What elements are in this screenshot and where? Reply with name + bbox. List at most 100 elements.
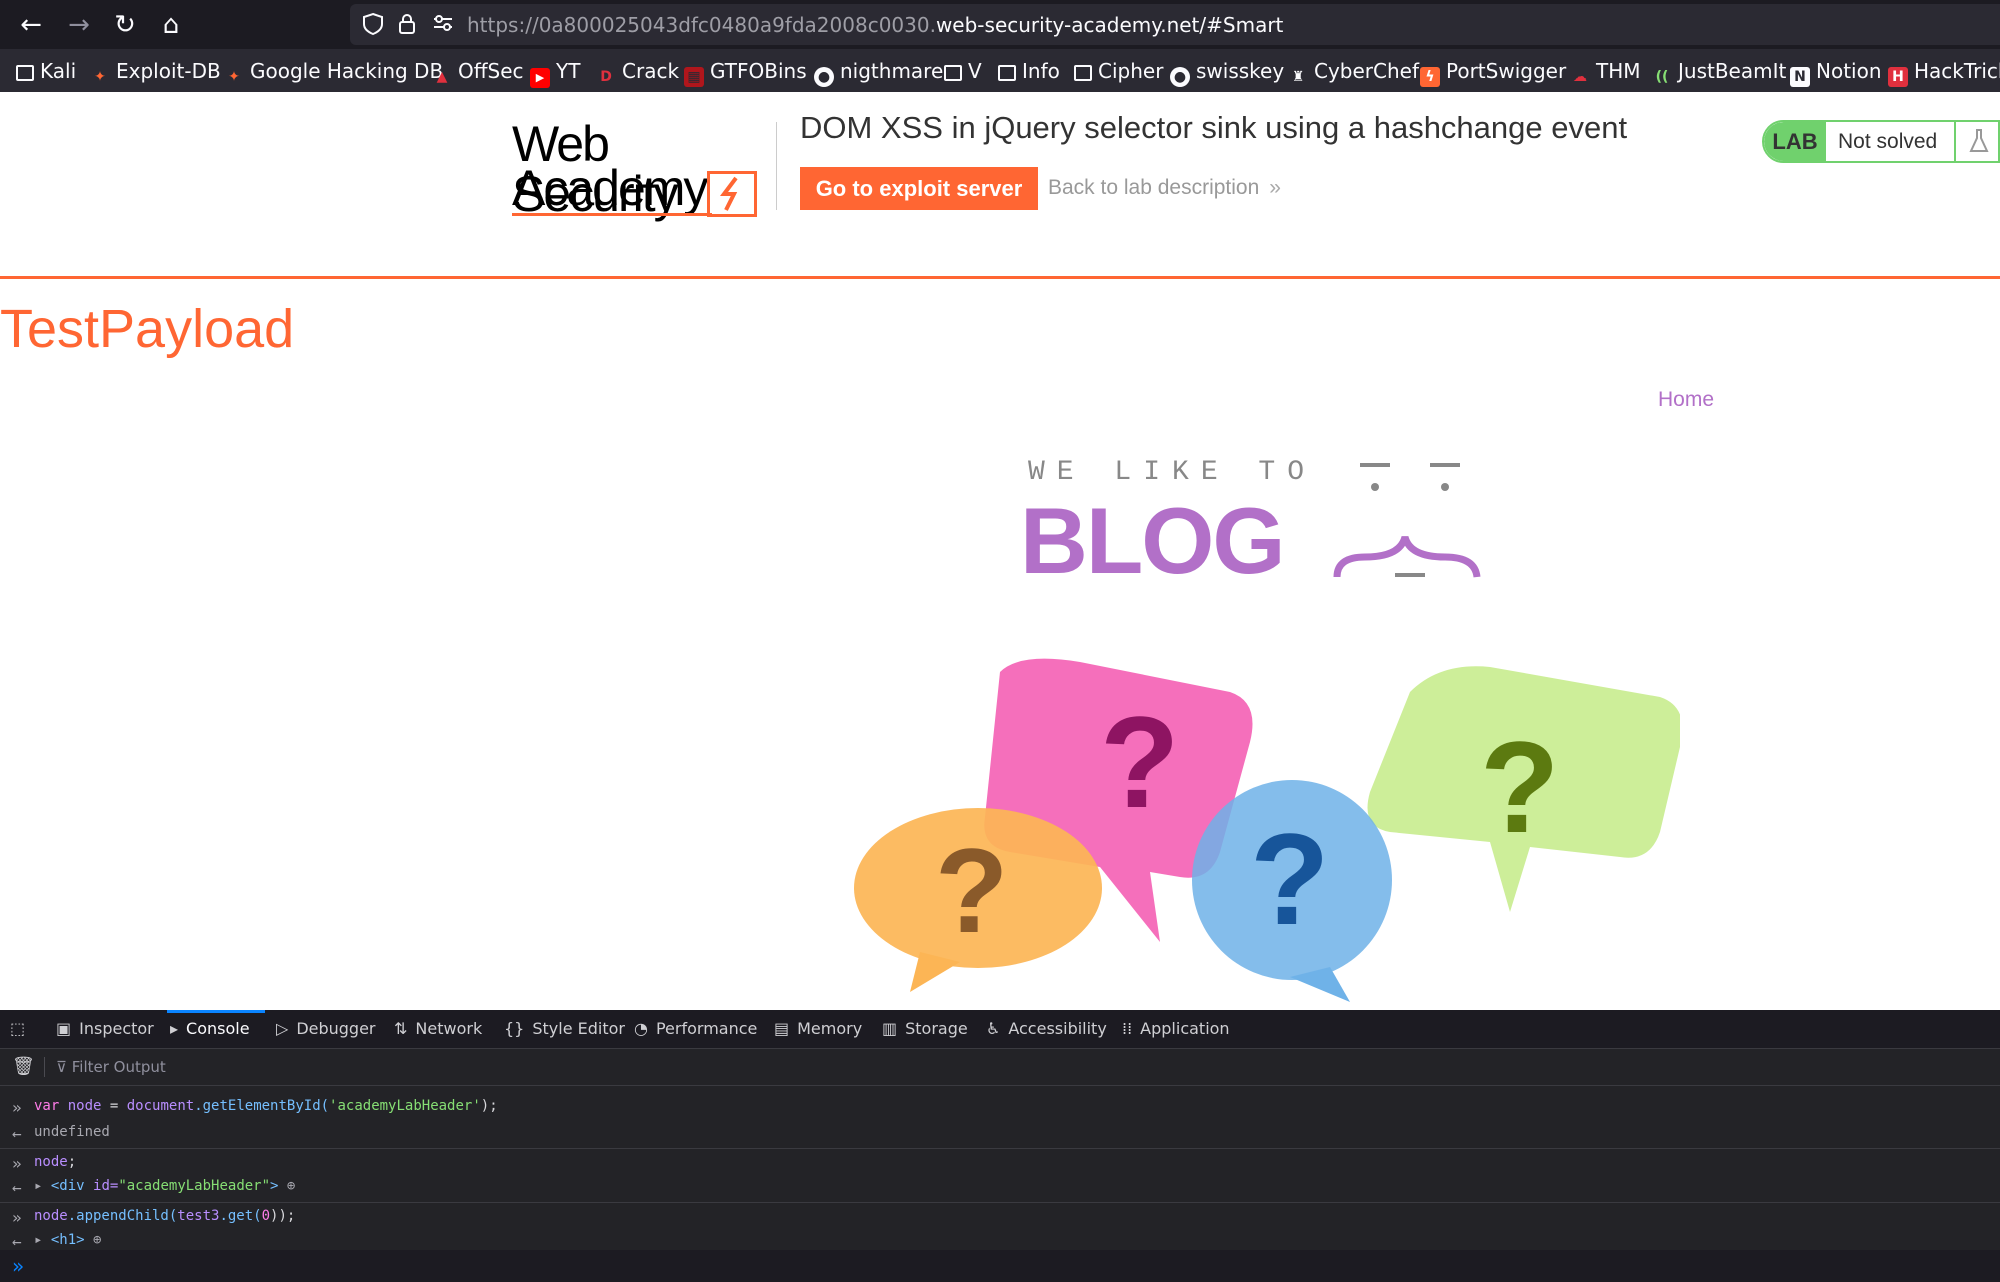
hacktricks-icon: H [1888,67,1908,87]
element-picker-icon[interactable]: ⬚ [10,1010,33,1048]
result-arrow-icon: ← [12,1124,22,1143]
console-result: ▸ <div id="academyLabHeader"> ⊕ [34,1178,296,1194]
expand-triangle-icon[interactable]: ▸ [34,1178,51,1194]
storage-icon: ▥ [882,1019,898,1038]
double-chevron-icon: » [1269,176,1281,199]
filter-output-input[interactable]: ⊽ Filter Output [56,1055,166,1079]
back-to-description-link[interactable]: Back to lab description » [1048,176,1281,200]
memory-icon: ▤ [774,1019,790,1038]
exploit-server-button[interactable]: Go to exploit server [800,167,1038,210]
lab-status-widget: LAB Not solved [1762,120,2000,163]
bookmark-thm[interactable]: ☁ THM [1570,58,1641,85]
crack-icon: D [600,69,612,85]
cyberchef-icon: ♜ [1291,69,1305,85]
ghdb-icon: ✦ [228,69,240,85]
bookmark-portswigger[interactable]: ϟ PortSwigger [1420,58,1566,87]
youtube-icon: ▶ [530,68,550,88]
bookmark-crack[interactable]: D Crack [596,58,679,85]
back-link-label: Back to lab description [1048,176,1260,199]
back-arrow-icon[interactable]: ← [14,8,48,42]
svg-text:?: ? [1100,689,1179,835]
svg-text:?: ? [1250,806,1329,952]
console-result: undefined [34,1124,110,1140]
debugger-icon: ▷ [276,1019,289,1038]
browser-toolbar: ← → ↻ ⌂ https://0a800025043dfc0480a9fda2… [0,0,2000,49]
bookmark-info[interactable]: Info [998,58,1060,84]
bookmark-google-hacking-db[interactable]: ✦ Google Hacking DB [224,58,443,85]
clear-console-icon[interactable]: 🗑 [12,1056,35,1077]
bookmark-v[interactable]: V [944,58,982,84]
reload-icon[interactable]: ↻ [108,8,142,42]
svg-text:?: ? [935,824,1008,958]
tab-inspector[interactable]: ▣ Inspector [56,1010,154,1048]
tab-storage[interactable]: ▥ Storage [882,1010,968,1048]
application-icon: ⁞⁞ [1122,1019,1133,1038]
folder-icon [1074,65,1092,81]
console-input[interactable]: » [0,1250,2000,1282]
exploitdb-icon: ✦ [94,69,106,85]
node-target-icon[interactable]: ⊕ [287,1178,295,1194]
tab-style-editor[interactable]: {} Style Editor [504,1010,625,1048]
lab-title: DOM XSS in jQuery selector sink using a … [800,110,1628,145]
folder-icon [16,65,34,81]
forward-arrow-icon[interactable]: → [62,8,96,42]
tab-network[interactable]: ⇅ Network [394,1010,482,1048]
bookmark-cyberchef[interactable]: ♜ CyberChef [1288,58,1419,85]
style-editor-icon: {} [504,1019,525,1038]
bookmark-exploit-db[interactable]: ✦ Exploit-DB [90,58,221,85]
permissions-icon[interactable] [430,12,456,38]
console-prompt-icon: » [12,1254,25,1278]
result-arrow-icon: ← [12,1178,22,1197]
console-icon: ▸ [170,1019,179,1038]
bookmark-justbeamit[interactable]: ((JustBeamIt [1652,58,1787,85]
logo-bolt-icon [707,171,757,217]
logo-line-2: Academy [512,160,708,216]
bookmark-cipher[interactable]: Cipher [1074,58,1163,84]
thm-icon: ☁ [1573,69,1587,85]
bookmark-notion[interactable]: N Notion [1790,58,1882,87]
url-bar[interactable]: https://0a800025043dfc0480a9fda2008c0030… [350,4,2000,45]
tab-performance[interactable]: ◔ Performance [634,1010,757,1048]
tab-application[interactable]: ⁞⁞ Application [1122,1010,1230,1048]
bookmark-nigthmare[interactable]: ● nigthmare [814,58,943,87]
console-command: var node = document.getElementById('acad… [34,1098,498,1114]
url-text[interactable]: https://0a800025043dfc0480a9fda2008c0030… [467,13,1283,37]
bookmark-offsec[interactable]: ▲ OffSec [432,58,524,85]
node-target-icon[interactable]: ⊕ [93,1232,101,1248]
bookmark-swisskey[interactable]: ● swisskey [1170,58,1284,87]
shield-icon[interactable] [360,12,386,38]
folder-icon [944,65,962,81]
bookmark-gtfobins[interactable]: ▦ GTFOBins [684,58,807,87]
console-filter-row: 🗑 ⊽ Filter Output [0,1049,2000,1086]
bookmark-yt[interactable]: ▶ YT [530,58,580,88]
bookmark-hacktricks[interactable]: HHackTricks [1888,58,2000,87]
bookmark-kali[interactable]: Kali [16,58,76,84]
page-heading: TestPayload [0,299,295,359]
bookmarks-bar: Kali ✦ Exploit-DB ✦ Google Hacking DB ▲ Off… [0,49,2000,92]
svg-text:?: ? [1480,714,1559,860]
tab-memory[interactable]: ▤ Memory [774,1010,862,1048]
tab-debugger[interactable]: ▷ Debugger [276,1010,376,1048]
notion-icon: N [1790,67,1810,87]
banner-title: BLOG [1020,488,1286,593]
home-link[interactable]: Home [1658,388,1714,412]
lock-icon[interactable] [394,12,420,38]
input-chevron-icon: » [12,1098,22,1117]
lab-badge: LAB [1764,122,1826,161]
console-divider [0,1148,2000,1150]
question-bubbles-image: ? ? ? ? [854,658,1680,1002]
blog-banner: WE LIKE TO BLOG [1020,457,1500,593]
network-icon: ⇅ [394,1019,408,1038]
home-icon[interactable]: ⌂ [154,8,188,42]
header-rule [0,276,2000,279]
console-command: node.appendChild(test3.get(0)); [34,1208,296,1224]
tab-accessibility[interactable]: ♿ Accessibility [986,1010,1107,1048]
github-icon: ● [814,67,834,87]
devtools-tabbar: ⬚ ▣ Inspector ▸ Console ▷ Debugger ⇅ Network… [0,1010,2000,1049]
expand-triangle-icon[interactable]: ▸ [34,1232,51,1248]
tab-console[interactable]: ▸ Console [170,1010,250,1048]
web-security-academy-logo[interactable]: Web Security Academy [512,119,772,219]
header-divider [776,122,777,210]
console-command: node; [34,1154,77,1170]
page-content: Web Security Academy DOM XSS in jQuery s… [0,92,2000,1010]
